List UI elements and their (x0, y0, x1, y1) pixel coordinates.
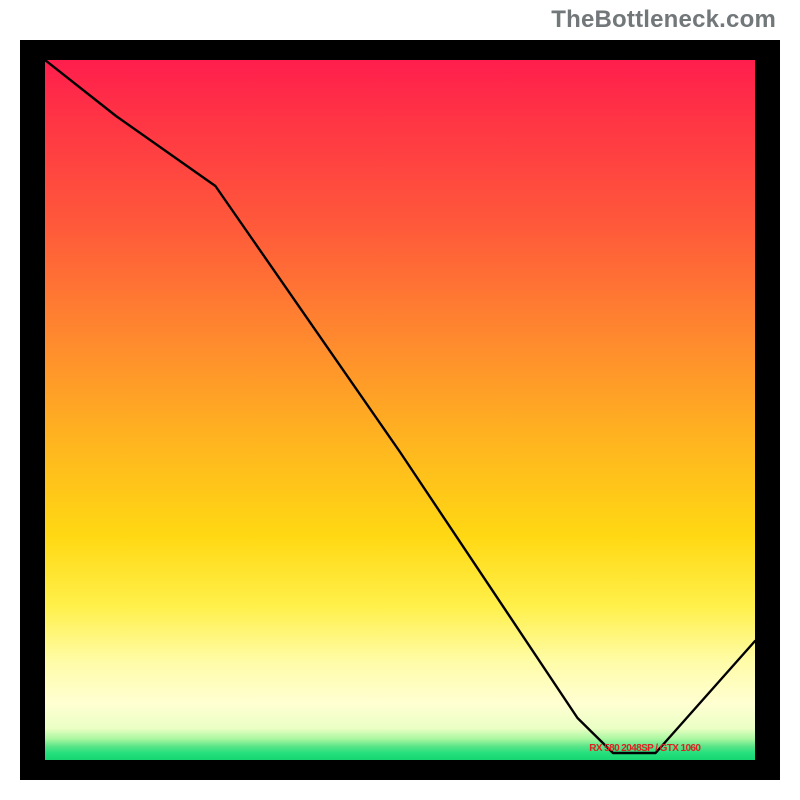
chart-stage: TheBottleneck.com RX 580 2048SP / GTX 10… (0, 0, 800, 800)
bottleneck-curve (45, 60, 755, 753)
attribution-text: TheBottleneck.com (551, 6, 776, 34)
plot-frame: RX 580 2048SP / GTX 1060 (20, 40, 780, 780)
optimal-gpu-label: RX 580 2048SP / GTX 1060 (589, 743, 700, 754)
plot-area: RX 580 2048SP / GTX 1060 (45, 60, 755, 760)
bottleneck-curve-svg (45, 60, 755, 760)
